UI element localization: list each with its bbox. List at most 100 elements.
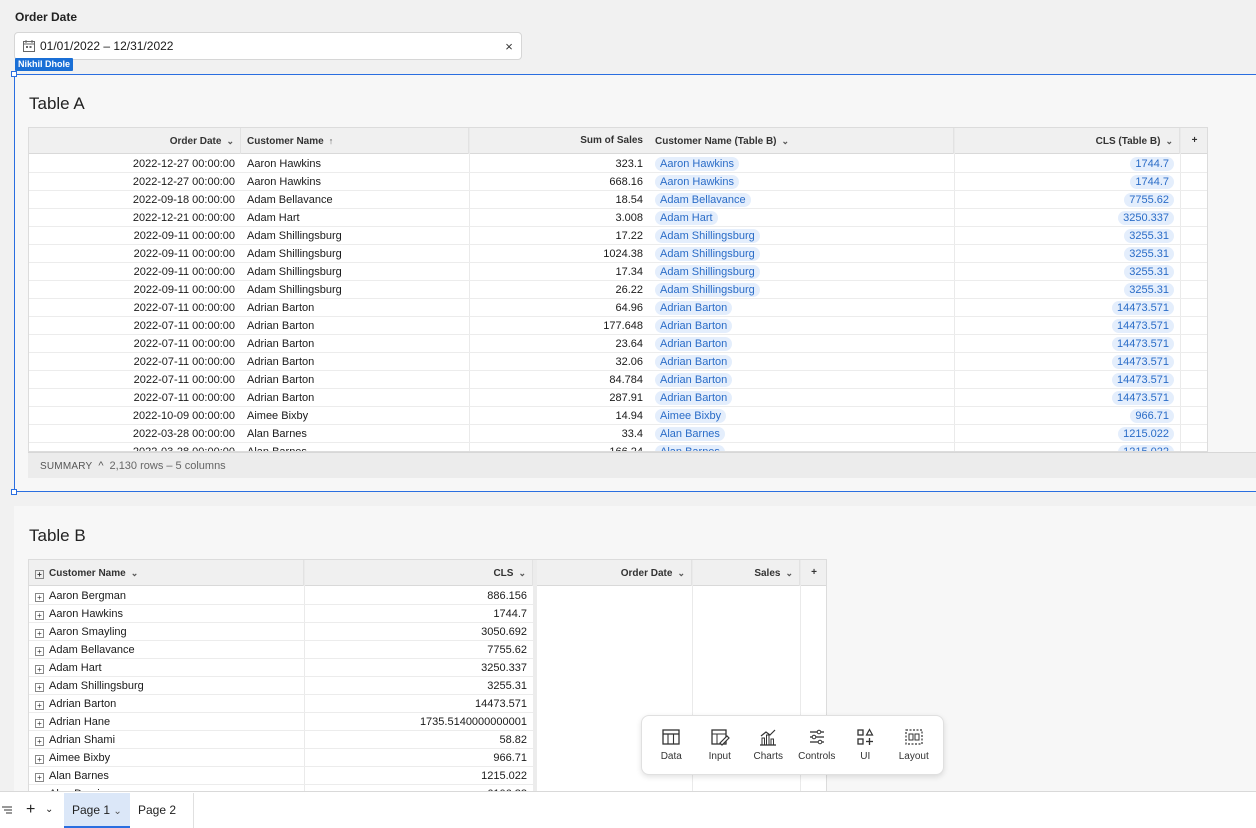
order-date-cell[interactable]: 2022-09-11 00:00:00 [29,227,241,245]
customer-name-table-b-cell[interactable]: Adrian Barton [649,335,954,353]
toolbar-ui-button[interactable]: UI [841,716,890,774]
customer-name-cell[interactable]: Adrian Barton [241,335,469,353]
table-row[interactable]: 2022-03-28 00:00:00 Alan Barnes 166.24 Alan… [29,443,1207,451]
customer-name-cell[interactable]: Aaron Hawkins [241,155,469,173]
column-header-customer-name[interactable]: + Customer Name ⌄ [29,560,304,586]
cls-table-b-cell[interactable]: 1744.7 [954,155,1180,173]
expand-row-icon[interactable]: + [35,665,44,674]
customer-name-cell[interactable]: Adrian Barton [241,353,469,371]
customer-name-table-b-cell[interactable]: Aaron Hawkins [649,173,954,191]
expand-row-icon[interactable]: + [35,611,44,620]
customer-name-table-b-cell[interactable]: Aimee Bixby [649,407,954,425]
customer-name-cell[interactable]: + Adrian Shami [29,731,304,749]
order-date-cell[interactable]: 2022-03-28 00:00:00 [29,443,241,451]
table-row[interactable]: 2022-12-27 00:00:00 Aaron Hawkins 668.16 Aa… [29,173,1207,191]
customer-name-cell[interactable]: Adam Shillingsburg [241,227,469,245]
cls-table-b-cell[interactable]: 14473.571 [954,317,1180,335]
customer-name-table-b-cell[interactable]: Adrian Barton [649,389,954,407]
customer-name-cell[interactable]: + Adrian Hane [29,713,304,731]
order-date-cell[interactable]: 2022-09-11 00:00:00 [29,263,241,281]
order-date-cell[interactable]: 2022-07-11 00:00:00 [29,353,241,371]
customer-name-table-b-cell[interactable]: Adrian Barton [649,353,954,371]
customer-name-cell[interactable]: + Adam Bellavance [29,641,304,659]
sort-ascending-icon[interactable]: ↑ [329,128,334,154]
customer-name-cell[interactable]: Adam Shillingsburg [241,245,469,263]
cls-cell[interactable]: 58.82 [304,731,533,749]
cls-cell[interactable]: 3250.337 [304,659,533,677]
column-header-cls-table-b[interactable]: CLS (Table B) ⌄ [954,128,1180,154]
cls-table-b-cell[interactable]: 3255.31 [954,227,1180,245]
customer-name-table-b-cell[interactable]: Adam Hart [649,209,954,227]
order-date-cell[interactable]: 2022-10-09 00:00:00 [29,407,241,425]
chevron-down-icon[interactable]: ⌄ [113,806,121,817]
toolbar-input-button[interactable]: Input [696,716,745,774]
customer-name-cell[interactable]: + Adam Hart [29,659,304,677]
table-row[interactable]: 2022-07-11 00:00:00 Adrian Barton 32.06 Adr… [29,353,1207,371]
cls-table-b-cell[interactable]: 7755.62 [954,191,1180,209]
cls-cell[interactable]: 1735.5140000000001 [304,713,533,731]
customer-name-cell[interactable]: Adam Bellavance [241,191,469,209]
sum-of-sales-cell[interactable]: 323.1 [469,155,649,173]
cls-table-b-cell[interactable]: 14473.571 [954,353,1180,371]
table-row[interactable]: 2022-09-11 00:00:00 Adam Shillingsburg 26.… [29,281,1207,299]
sum-of-sales-cell[interactable]: 668.16 [469,173,649,191]
customer-name-cell[interactable]: + Adrian Barton [29,695,304,713]
table-row[interactable]: + Adrian Shami 58.82 [29,731,533,749]
table-row[interactable]: + Adrian Hane 1735.5140000000001 [29,713,533,731]
sum-of-sales-cell[interactable]: 32.06 [469,353,649,371]
customer-name-cell[interactable]: Adrian Barton [241,299,469,317]
chevron-down-icon[interactable]: ⌄ [1165,128,1173,154]
customer-name-table-b-cell[interactable]: Adam Shillingsburg [649,281,954,299]
column-header-customer-name-table-b[interactable]: Customer Name (Table B) ⌄ [649,128,954,154]
customer-name-cell[interactable]: Alan Barnes [241,425,469,443]
toolbar-controls-button[interactable]: Controls [793,716,842,774]
table-row[interactable]: 2022-09-11 00:00:00 Adam Shillingsburg 102… [29,245,1207,263]
order-date-cell[interactable]: 2022-07-11 00:00:00 [29,371,241,389]
toolbar-data-button[interactable]: Data [647,716,696,774]
order-date-cell[interactable]: 2022-09-11 00:00:00 [29,245,241,263]
table-row[interactable]: 2022-07-11 00:00:00 Adrian Barton 84.784 Ad… [29,371,1207,389]
sum-of-sales-cell[interactable]: 33.4 [469,425,649,443]
chevron-down-icon[interactable]: ⌄ [518,560,526,586]
table-row[interactable]: 2022-07-11 00:00:00 Adrian Barton 287.91 Ad… [29,389,1207,407]
customer-name-cell[interactable]: + Aimee Bixby [29,749,304,767]
table-row[interactable]: + Adam Hart 3250.337 [29,659,533,677]
cls-cell[interactable]: 3255.31 [304,677,533,695]
table-row[interactable]: 2022-12-21 00:00:00 Adam Hart 3.008 Adam Ha… [29,209,1207,227]
customer-name-cell[interactable]: Adam Shillingsburg [241,281,469,299]
sum-of-sales-cell[interactable]: 166.24 [469,443,649,451]
sum-of-sales-cell[interactable]: 17.34 [469,263,649,281]
cls-cell[interactable]: 7755.62 [304,641,533,659]
table-row[interactable]: 2022-07-11 00:00:00 Adrian Barton 64.96 Adr… [29,299,1207,317]
expand-row-icon[interactable]: + [35,593,44,602]
customer-name-cell[interactable]: Aaron Hawkins [241,173,469,191]
cls-table-b-cell[interactable]: 966.71 [954,407,1180,425]
customer-name-cell[interactable]: + Adam Shillingsburg [29,677,304,695]
table-row[interactable]: + Adrian Barton 14473.571 [29,695,533,713]
page-list-icon[interactable] [2,792,14,828]
table-row[interactable]: + Aimee Bixby 966.71 [29,749,533,767]
cls-cell[interactable]: 1215.022 [304,767,533,785]
cls-cell[interactable]: 1744.7 [304,605,533,623]
table-row[interactable]: 2022-10-09 00:00:00 Aimee Bixby 14.94 Aimee… [29,407,1207,425]
customer-name-table-b-cell[interactable]: Adam Shillingsburg [649,245,954,263]
column-header-sum-of-sales[interactable]: Sum of Sales [469,128,649,154]
table-row[interactable]: 2022-09-11 00:00:00 Adam Shillingsburg 17.… [29,227,1207,245]
customer-name-table-b-cell[interactable]: Adam Bellavance [649,191,954,209]
order-date-range-input[interactable]: 01/01/2022 – 12/31/2022 × [14,32,522,60]
order-date-cell[interactable]: 2022-07-11 00:00:00 [29,317,241,335]
table-row[interactable]: 2022-07-11 00:00:00 Adrian Barton 177.648 A… [29,317,1207,335]
cls-table-b-cell[interactable]: 1215.022 [954,443,1180,451]
tab-page-2[interactable]: Page 2 ⌄ [130,793,194,828]
customer-name-table-b-cell[interactable]: Alan Barnes [649,425,954,443]
customer-name-cell[interactable]: Adam Shillingsburg [241,263,469,281]
chevron-down-icon[interactable]: ⌄ [785,560,793,586]
expand-row-icon[interactable]: + [35,737,44,746]
cls-table-b-cell[interactable]: 14473.571 [954,299,1180,317]
sum-of-sales-cell[interactable]: 17.22 [469,227,649,245]
table-row[interactable]: + Adam Shillingsburg 3255.31 [29,677,533,695]
customer-name-cell[interactable]: + Aaron Hawkins [29,605,304,623]
chevron-down-icon[interactable]: ⌄ [45,792,53,828]
order-date-cell[interactable]: 2022-07-11 00:00:00 [29,389,241,407]
customer-name-cell[interactable]: Adrian Barton [241,317,469,335]
